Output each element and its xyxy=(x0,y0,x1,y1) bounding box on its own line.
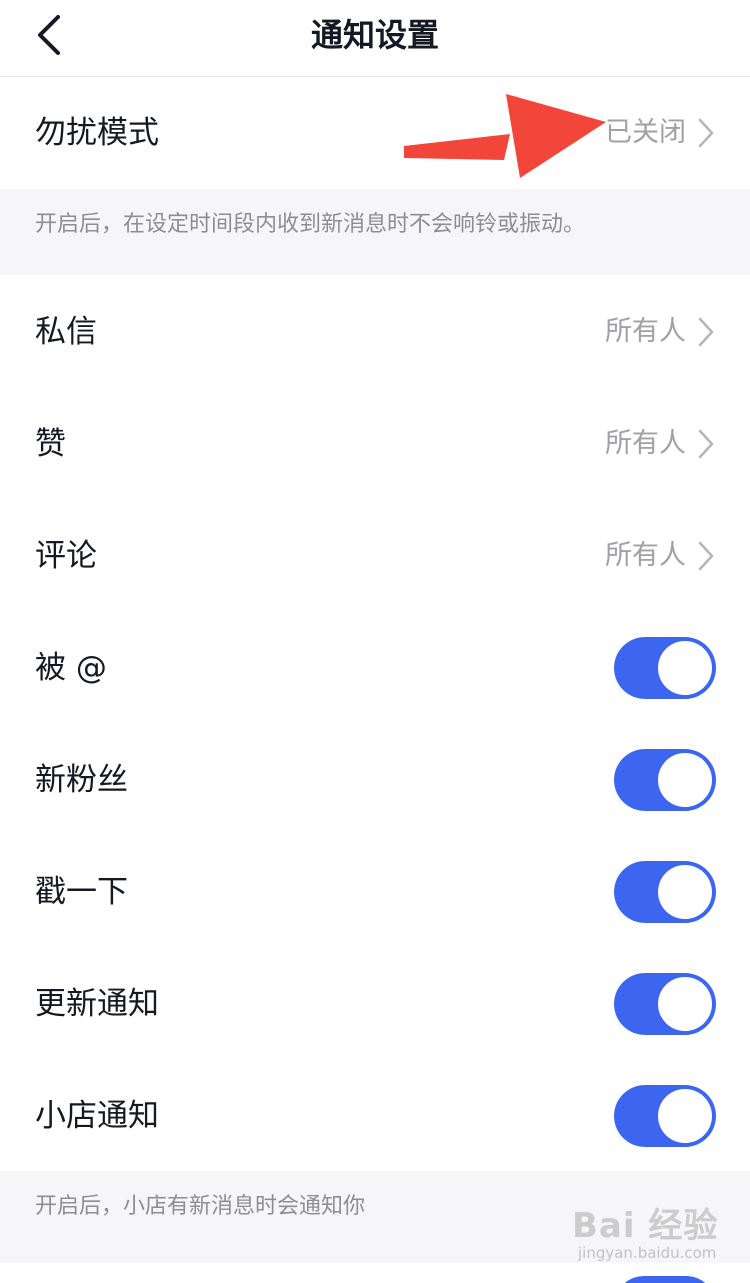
poke-label: 戳一下 xyxy=(35,874,128,910)
update-notice-row: 更新通知 xyxy=(0,948,750,1060)
poke-toggle[interactable] xyxy=(614,861,716,923)
shop-hint-text: 开启后，小店有新消息时会通知你 xyxy=(35,1194,366,1219)
red-arrow-annotation xyxy=(404,94,606,178)
dnd-mode-label: 勿扰模式 xyxy=(35,115,159,151)
shop-notice-row: 小店通知 xyxy=(0,1060,750,1172)
dnd-mode-value: 已关闭 xyxy=(605,117,686,148)
likes-row[interactable]: 赞 所有人 xyxy=(0,388,750,500)
toggle-knob xyxy=(658,865,712,919)
private-message-label: 私信 xyxy=(35,314,97,350)
toggle-knob xyxy=(658,641,712,695)
private-message-row[interactable]: 私信 所有人 xyxy=(0,276,750,388)
mention-row: 被 @ xyxy=(0,612,750,724)
comments-value: 所有人 xyxy=(605,540,686,571)
dnd-hint-section: 开启后，在设定时间段内收到新消息时不会响铃或振动。 xyxy=(0,189,750,275)
watermark-url: jingyan.baidu.com xyxy=(578,1244,717,1262)
new-followers-toggle[interactable] xyxy=(614,749,716,811)
dnd-hint-text: 开启后，在设定时间段内收到新消息时不会响铃或振动。 xyxy=(35,212,586,237)
toggle-knob xyxy=(658,977,712,1031)
next-row-toggle-partial[interactable] xyxy=(614,1276,716,1283)
shop-notice-toggle[interactable] xyxy=(614,1085,716,1147)
likes-value: 所有人 xyxy=(605,428,686,459)
shop-notice-label: 小店通知 xyxy=(35,1098,159,1134)
chevron-right-icon xyxy=(698,317,714,347)
update-notice-toggle[interactable] xyxy=(614,973,716,1035)
toggle-knob xyxy=(658,753,712,807)
chevron-right-icon xyxy=(698,118,714,148)
update-notice-label: 更新通知 xyxy=(35,986,159,1022)
comments-row[interactable]: 评论 所有人 xyxy=(0,500,750,612)
comments-label: 评论 xyxy=(35,538,97,574)
nav-bar: 通知设置 xyxy=(0,0,750,77)
toggle-knob xyxy=(658,1089,712,1143)
private-message-value: 所有人 xyxy=(605,316,686,347)
new-followers-row: 新粉丝 xyxy=(0,724,750,836)
poke-row: 戳一下 xyxy=(0,836,750,948)
baidu-jingyan-watermark: Bai 经验 jingyan.baidu.com xyxy=(572,1198,722,1268)
likes-label: 赞 xyxy=(35,426,66,462)
mention-toggle[interactable] xyxy=(614,637,716,699)
new-followers-label: 新粉丝 xyxy=(35,762,128,798)
page-title: 通知设置 xyxy=(310,16,439,54)
watermark-logo: Bai 经验 xyxy=(572,1206,719,1246)
dnd-mode-row[interactable]: 勿扰模式 已关闭 xyxy=(0,77,750,189)
mention-label: 被 @ xyxy=(35,650,107,686)
notification-settings-screen: 通知设置 勿扰模式 已关闭 开启后，在设定时间段内收到新消息时不会响铃或振动。 … xyxy=(0,0,750,1283)
chevron-right-icon xyxy=(698,541,714,571)
chevron-right-icon xyxy=(698,429,714,459)
